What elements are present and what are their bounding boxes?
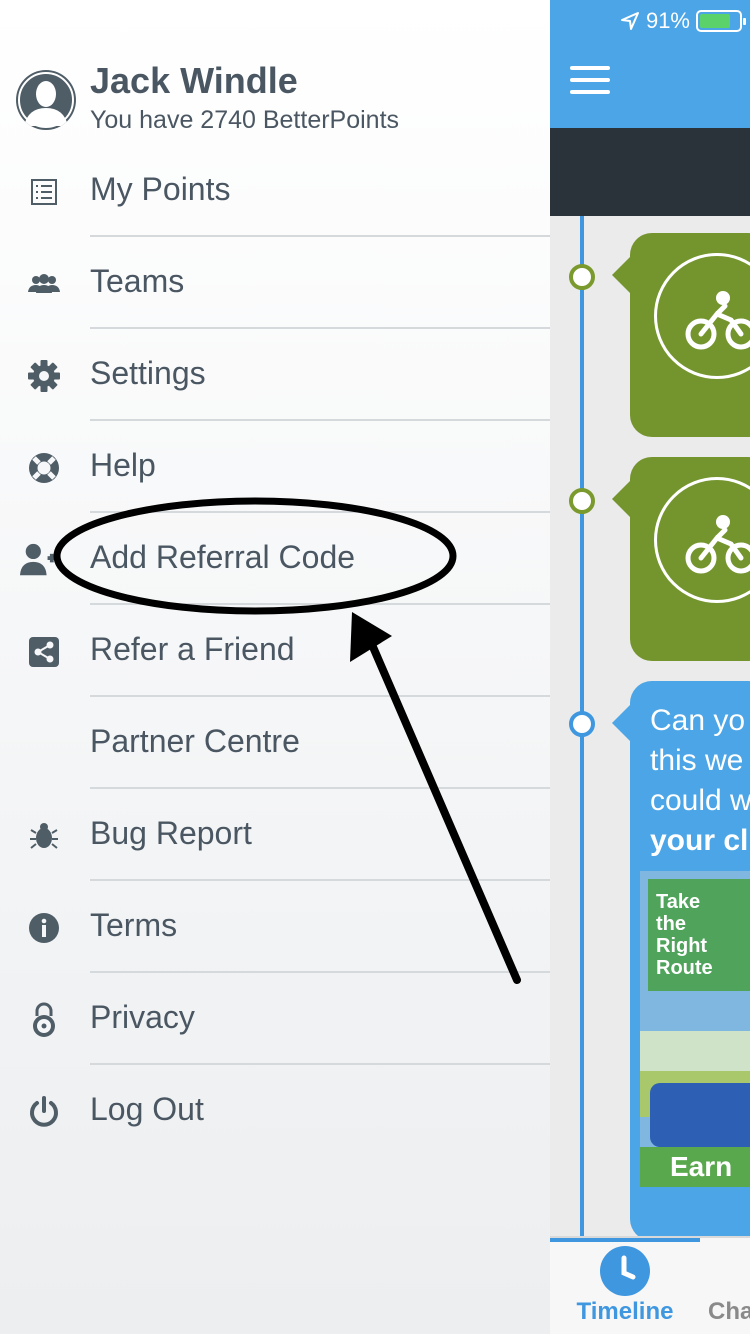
bicycle-icon: [654, 253, 750, 379]
promo-line: could w: [650, 784, 750, 817]
profile-name: Jack Windle: [90, 60, 298, 101]
timeline-dot: [569, 264, 595, 290]
promo-earn-text: Earn: [670, 1151, 733, 1182]
status-bar: 91%: [620, 6, 746, 36]
promo-text: Can yo this we could w your cl: [650, 701, 750, 861]
bug-icon: [25, 817, 63, 855]
avatar-icon: [16, 70, 76, 130]
menu-item-privacy[interactable]: Privacy: [0, 973, 550, 1065]
menu-item-label: Log Out: [90, 1091, 204, 1127]
profile-points: You have 2740 BetterPoints: [90, 106, 400, 134]
team-icon: [25, 265, 63, 303]
menu-item-teams[interactable]: Teams: [0, 237, 550, 329]
lifebuoy-icon: [25, 449, 63, 487]
promo-image-line: the: [656, 913, 686, 935]
info-icon: [25, 909, 63, 947]
menu-item-label: Partner Centre: [90, 723, 300, 759]
menu-item-bug-report[interactable]: Bug Report: [0, 789, 550, 881]
menu-item-settings[interactable]: Settings: [0, 329, 550, 421]
battery-percent: 91%: [645, 8, 690, 33]
background-app: 91% Can yo this we could w your cl Take …: [550, 0, 750, 1334]
menu-item-refer-a-friend[interactable]: Refer a Friend: [0, 605, 550, 697]
drawer-menu: My Points Teams Settings Help Add Referr…: [0, 145, 550, 1157]
app-header: 91%: [550, 0, 750, 128]
add-user-icon: [20, 541, 58, 579]
menu-item-label: My Points: [90, 171, 231, 207]
timeline-dot: [569, 488, 595, 514]
side-drawer: Jack Windle You have 2740 BetterPoints M…: [0, 0, 550, 1334]
activity-card-cycling[interactable]: [612, 233, 750, 437]
menu-item-terms[interactable]: Terms: [0, 881, 550, 973]
promo-image-line: Take: [656, 891, 701, 913]
promo-image: Take the Right Route Earn: [640, 871, 750, 1187]
menu-item-label: Teams: [90, 263, 185, 299]
promo-line: Can yo: [650, 704, 746, 737]
tab-timeline-label: Timeline: [576, 1298, 674, 1325]
promo-image-line: Right: [656, 935, 708, 957]
app-subheader: [550, 128, 750, 216]
share-icon: [25, 633, 63, 671]
menu-item-label: Bug Report: [90, 815, 252, 851]
promo-card[interactable]: Can yo this we could w your cl Take the …: [612, 681, 750, 1241]
activity-card-cycling[interactable]: [612, 457, 750, 661]
battery-icon: [696, 10, 746, 32]
timeline-dot: [569, 711, 595, 737]
menu-item-label: Terms: [90, 907, 178, 943]
padlock-icon: [25, 1001, 63, 1039]
clock-icon: [600, 1246, 650, 1296]
profile-header[interactable]: Jack Windle You have 2740 BetterPoints: [16, 60, 536, 140]
power-icon: [25, 1093, 63, 1131]
bicycle-icon: [654, 477, 750, 603]
tab-challenges[interactable]: Cha: [708, 1298, 750, 1326]
menu-item-my-points[interactable]: My Points: [0, 145, 550, 237]
list-icon: [25, 173, 63, 211]
tab-bar: Timeline Cha: [550, 1236, 750, 1334]
menu-item-label: Settings: [90, 355, 206, 391]
menu-item-help[interactable]: Help: [0, 421, 550, 513]
menu-item-label: Privacy: [90, 999, 195, 1035]
menu-item-label: Refer a Friend: [90, 631, 295, 667]
menu-item-label: Help: [90, 447, 156, 483]
hamburger-menu-icon[interactable]: [570, 66, 610, 94]
menu-item-partner-centre[interactable]: Partner Centre: [0, 697, 550, 789]
menu-item-log-out[interactable]: Log Out: [0, 1065, 550, 1157]
tab-challenges-label: Cha: [708, 1298, 750, 1325]
promo-image-line: Route: [656, 957, 713, 979]
menu-item-add-referral-code[interactable]: Add Referral Code: [0, 513, 550, 605]
gear-icon: [25, 357, 63, 395]
promo-line: this we: [650, 744, 744, 777]
menu-item-label: Add Referral Code: [90, 539, 356, 575]
location-arrow-icon: [620, 12, 639, 30]
promo-line: your cl: [650, 824, 749, 857]
tab-timeline[interactable]: Timeline: [550, 1238, 700, 1334]
